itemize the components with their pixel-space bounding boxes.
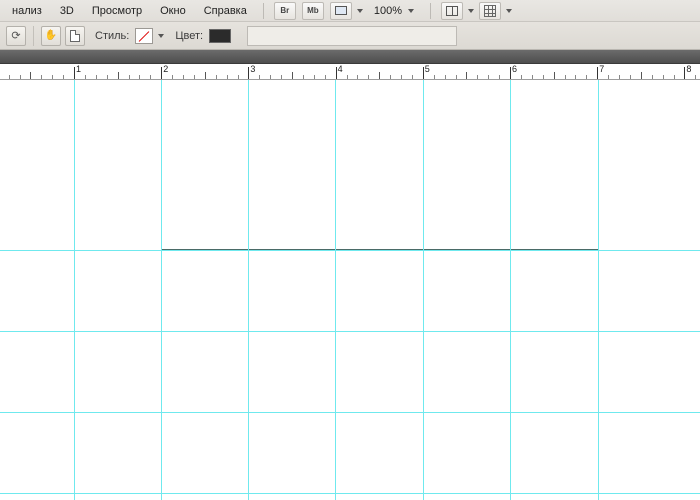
ruler-label: 6 <box>512 64 517 74</box>
tool-options-bar: ⟳ ✋ Стиль: Цвет: <box>0 22 700 50</box>
color-label: Цвет: <box>169 30 205 42</box>
guide-vertical[interactable] <box>248 80 249 500</box>
guide-vertical[interactable] <box>598 80 599 500</box>
separator <box>33 26 34 46</box>
guide-vertical[interactable] <box>74 80 75 500</box>
launch-bridge-button[interactable]: Br <box>274 2 296 20</box>
style-label: Стиль: <box>89 30 131 42</box>
ruler-label: 3 <box>250 64 255 74</box>
separator <box>263 3 264 19</box>
menu-analysis[interactable]: нализ <box>4 3 50 19</box>
horizontal-ruler[interactable]: 1 2 3 4 5 6 7 8 <box>0 64 700 80</box>
guide-vertical[interactable] <box>335 80 336 500</box>
menu-view[interactable]: Просмотр <box>84 3 150 19</box>
ruler-label: 1 <box>76 64 81 74</box>
hand-tool-button[interactable]: ✋ <box>41 26 61 46</box>
ruler-label: 7 <box>599 64 604 74</box>
zoom-dropdown[interactable] <box>406 6 416 16</box>
style-dropdown[interactable] <box>157 34 165 38</box>
menu-help[interactable]: Справка <box>196 3 255 19</box>
ruler-label: 2 <box>163 64 168 74</box>
ruler-label: 4 <box>338 64 343 74</box>
view-extras-button[interactable] <box>330 2 352 20</box>
guide-horizontal[interactable] <box>0 493 700 494</box>
color-picker[interactable] <box>209 29 231 43</box>
arrange-documents-button[interactable] <box>441 2 463 20</box>
canvas[interactable] <box>0 80 700 500</box>
document-preset-button[interactable] <box>65 26 85 46</box>
menu-3d[interactable]: 3D <box>52 3 82 19</box>
rotate-view-button[interactable]: ⟳ <box>6 26 26 46</box>
guide-horizontal[interactable] <box>0 331 700 332</box>
guide-vertical[interactable] <box>161 80 162 500</box>
ruler-label: 5 <box>425 64 430 74</box>
ruler-label: 8 <box>686 64 691 74</box>
menu-bar: нализ 3D Просмотр Окно Справка Br Mb 100… <box>0 0 700 22</box>
launch-minibridge-button[interactable]: Mb <box>302 2 324 20</box>
screen-mode-dropdown[interactable] <box>505 9 513 13</box>
guide-horizontal[interactable] <box>0 412 700 413</box>
guide-vertical[interactable] <box>423 80 424 500</box>
guide-vertical[interactable] <box>510 80 511 500</box>
document-tab-strip <box>0 50 700 64</box>
view-extras-dropdown[interactable] <box>356 9 364 13</box>
separator <box>430 3 431 19</box>
style-picker[interactable] <box>135 28 153 44</box>
guide-horizontal[interactable] <box>0 250 700 251</box>
options-spacer <box>247 26 457 46</box>
zoom-level-field[interactable]: 100% <box>372 5 404 17</box>
screen-mode-button[interactable] <box>479 2 501 20</box>
arrange-documents-dropdown[interactable] <box>467 9 475 13</box>
menu-window[interactable]: Окно <box>152 3 194 19</box>
